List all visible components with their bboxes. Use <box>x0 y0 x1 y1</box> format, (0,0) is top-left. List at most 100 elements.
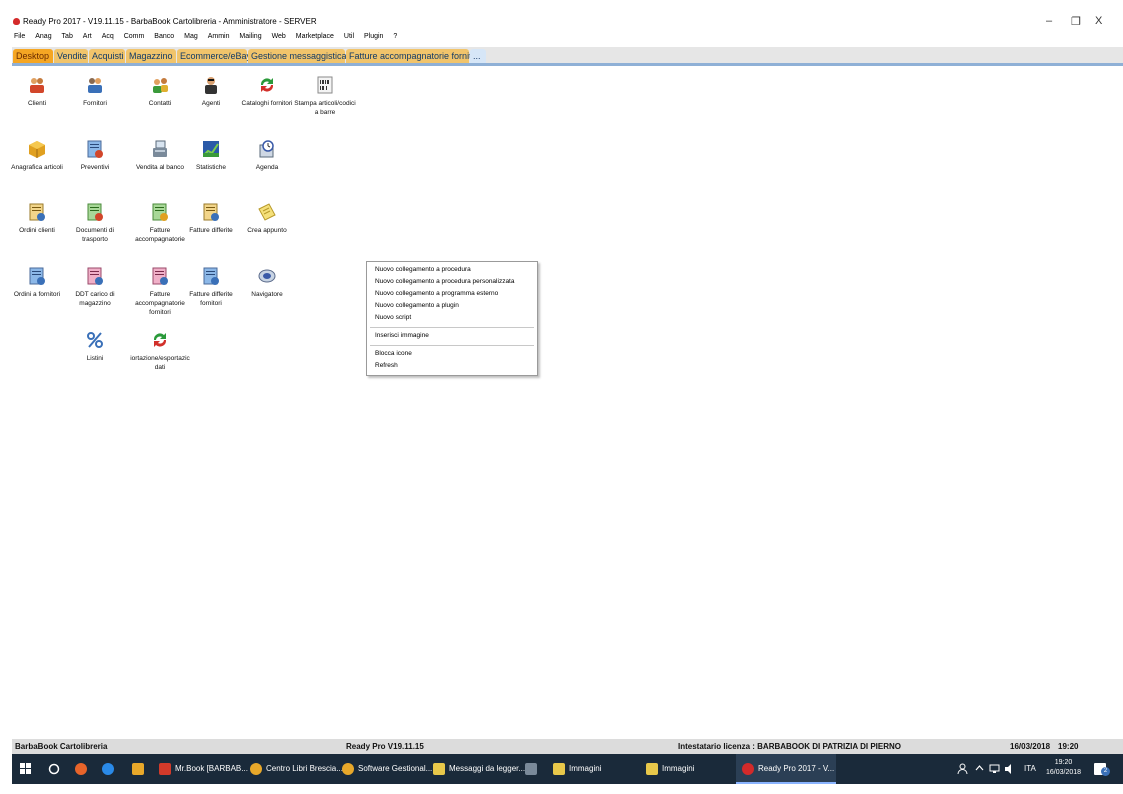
taskbar: Mr.Book [BARBAB... Centro Libri Brescia.… <box>12 754 1123 784</box>
menu-file[interactable]: File <box>14 30 25 44</box>
desktop-item-statistiche[interactable]: Statistiche <box>179 140 243 172</box>
volume-icon[interactable] <box>1004 754 1015 784</box>
menu-acq[interactable]: Acq <box>102 30 114 44</box>
app-icon <box>132 762 144 775</box>
menu-mag[interactable]: Mag <box>184 30 198 44</box>
start-button[interactable] <box>20 754 32 784</box>
menu-tab[interactable]: Tab <box>62 30 73 44</box>
document-icon <box>86 203 104 221</box>
ctx-refresh[interactable]: Refresh <box>375 362 398 369</box>
document-icon <box>86 140 104 158</box>
desktop-item-crea-appunto[interactable]: Crea appunto <box>235 203 299 235</box>
taskbar-mrbook[interactable]: Mr.Book [BARBAB... <box>159 754 248 784</box>
tab-messaggistica[interactable]: Gestione messaggistica <box>248 49 347 63</box>
desktop-item-agenda[interactable]: Agenda <box>235 140 299 172</box>
taskbar-messaggi[interactable]: Messaggi da legger... <box>433 754 525 784</box>
desktop-item-documenti-trasporto[interactable]: Documenti di trasporto <box>63 203 127 244</box>
desktop-item-preventivi[interactable]: Preventivi <box>63 140 127 172</box>
desktop-item-anagrafica-articoli[interactable]: Anagrafica articoli <box>5 140 69 172</box>
network-icon[interactable] <box>989 754 1000 784</box>
app-taskbar-button[interactable] <box>132 754 148 784</box>
chevron-up-icon[interactable] <box>975 754 984 784</box>
tab-bar: Desktop Vendite Acquisti Magazzino Ecomm… <box>12 47 1123 63</box>
ctx-nuovo-collegamento-plugin[interactable]: Nuovo collegamento a plugin <box>375 302 459 309</box>
agenti-icon <box>202 76 220 94</box>
menu-mailing[interactable]: Mailing <box>239 30 261 44</box>
context-menu: Nuovo collegamento a procedura Nuovo col… <box>366 261 538 376</box>
minimize-button[interactable]: – <box>1046 15 1052 27</box>
status-bar: BarbaBook Cartolibreria Ready Pro V19.11… <box>12 739 1123 754</box>
desktop-item-listini[interactable]: Listini <box>63 331 127 363</box>
compass-icon <box>258 267 276 285</box>
desktop-item-fornitori[interactable]: Fornitori <box>63 76 127 108</box>
menu-anag[interactable]: Anag <box>35 30 51 44</box>
desktop-item-agenti[interactable]: Agenti <box>179 76 243 108</box>
note-icon <box>258 203 276 221</box>
language-indicator[interactable]: ITA <box>1024 754 1036 784</box>
calculator-taskbar-button[interactable] <box>525 754 545 784</box>
menu-marketplace[interactable]: Marketplace <box>296 30 334 44</box>
tab-magazzino[interactable]: Magazzino <box>126 49 176 63</box>
window-title: Ready Pro 2017 - V19.11.15 - BarbaBook C… <box>23 17 317 26</box>
tab-acquisti[interactable]: Acquisti <box>89 49 125 63</box>
ctx-nuovo-script[interactable]: Nuovo script <box>375 314 411 321</box>
taskbar-chrome-centro-libri[interactable]: Centro Libri Brescia... <box>250 754 343 784</box>
people-icon[interactable] <box>957 754 968 784</box>
taskbar-immagini-1[interactable]: Immagini <box>553 754 643 784</box>
desktop-item-cataloghi[interactable]: Cataloghi fornitori <box>235 76 299 108</box>
document-icon <box>28 267 46 285</box>
menu-comm[interactable]: Comm <box>124 30 145 44</box>
menu-banco[interactable]: Banco <box>154 30 174 44</box>
firefox-taskbar-button[interactable] <box>75 754 91 784</box>
status-date: 16/03/2018 <box>1010 742 1051 751</box>
ctx-nuovo-collegamento-programma-esterno[interactable]: Nuovo collegamento a programma esterno <box>375 290 498 297</box>
search-button[interactable] <box>48 754 60 784</box>
desktop-item-ddt-carico[interactable]: DDT carico di magazzino <box>63 267 127 308</box>
search-circle-icon <box>48 763 60 775</box>
document-icon <box>202 267 220 285</box>
fornitori-icon <box>86 76 104 94</box>
menu-util[interactable]: Util <box>344 30 354 44</box>
ie-taskbar-button[interactable] <box>102 754 118 784</box>
desktop-item-importazione-esportazione[interactable]: iortazione/esportazic dati <box>128 331 192 372</box>
ctx-nuovo-collegamento-procedura[interactable]: Nuovo collegamento a procedura <box>375 266 471 273</box>
status-time: 19:20 <box>1058 742 1079 751</box>
menu-art[interactable]: Art <box>83 30 92 44</box>
desktop-item-navigatore[interactable]: Navigatore <box>235 267 299 299</box>
taskbar-immagini-2[interactable]: Immagini <box>646 754 736 784</box>
desktop-item-clienti[interactable]: Clienti <box>5 76 69 108</box>
menu-web[interactable]: Web <box>272 30 286 44</box>
notification-center-button[interactable]: 2 <box>1094 754 1110 784</box>
taskbar-chrome-software[interactable]: Software Gestional... <box>342 754 432 784</box>
ctx-nuovo-collegamento-procedura-personalizzata[interactable]: Nuovo collegamento a procedura personali… <box>375 278 514 285</box>
ctx-blocca-icone[interactable]: Blocca icone <box>375 350 412 357</box>
tab-more[interactable]: ... <box>470 49 486 63</box>
tab-fatture-fornitori[interactable]: Fatture accompagnatorie fornitori <box>346 49 482 63</box>
app-logo-icon <box>13 18 20 25</box>
tab-ecommerce[interactable]: Ecommerce/eBay <box>177 49 251 63</box>
desktop-item-fatture-diff-fornitori[interactable]: Fatture differite fornitori <box>179 267 243 308</box>
desktop-item-fatture-differite[interactable]: Fatture differite <box>179 203 243 235</box>
menu-plugin[interactable]: Plugin <box>364 30 383 44</box>
menu-help[interactable]: ? <box>393 30 397 44</box>
percent-icon <box>86 331 104 349</box>
ctx-separator <box>370 345 534 346</box>
taskbar-clock[interactable]: 19:20 16/03/2018 <box>1046 754 1081 788</box>
chart-icon <box>202 140 220 158</box>
tab-vendite[interactable]: Vendite <box>54 49 88 63</box>
menu-ammin[interactable]: Ammin <box>208 30 230 44</box>
restore-button[interactable]: ❐ <box>1071 15 1081 28</box>
desktop-item-ordini-fornitori[interactable]: Ordini a fornitori <box>5 267 69 299</box>
ctx-inserisci-immagine[interactable]: Inserisci immagine <box>375 332 429 339</box>
readypro-icon <box>742 762 754 775</box>
close-button[interactable]: X <box>1095 15 1102 27</box>
taskbar-readypro[interactable]: Ready Pro 2017 - V... <box>736 754 836 784</box>
barcode-icon <box>316 76 334 94</box>
desktop-item-ordini-clienti[interactable]: Ordini clienti <box>5 203 69 235</box>
document-icon <box>151 203 169 221</box>
internet-explorer-icon <box>102 762 114 775</box>
notification-count-badge: 2 <box>1101 767 1110 776</box>
chrome-icon <box>342 762 354 775</box>
desktop-item-stampa-barcode[interactable]: Stampa articoli/codici a barre <box>293 76 357 117</box>
tab-desktop[interactable]: Desktop <box>13 49 53 63</box>
